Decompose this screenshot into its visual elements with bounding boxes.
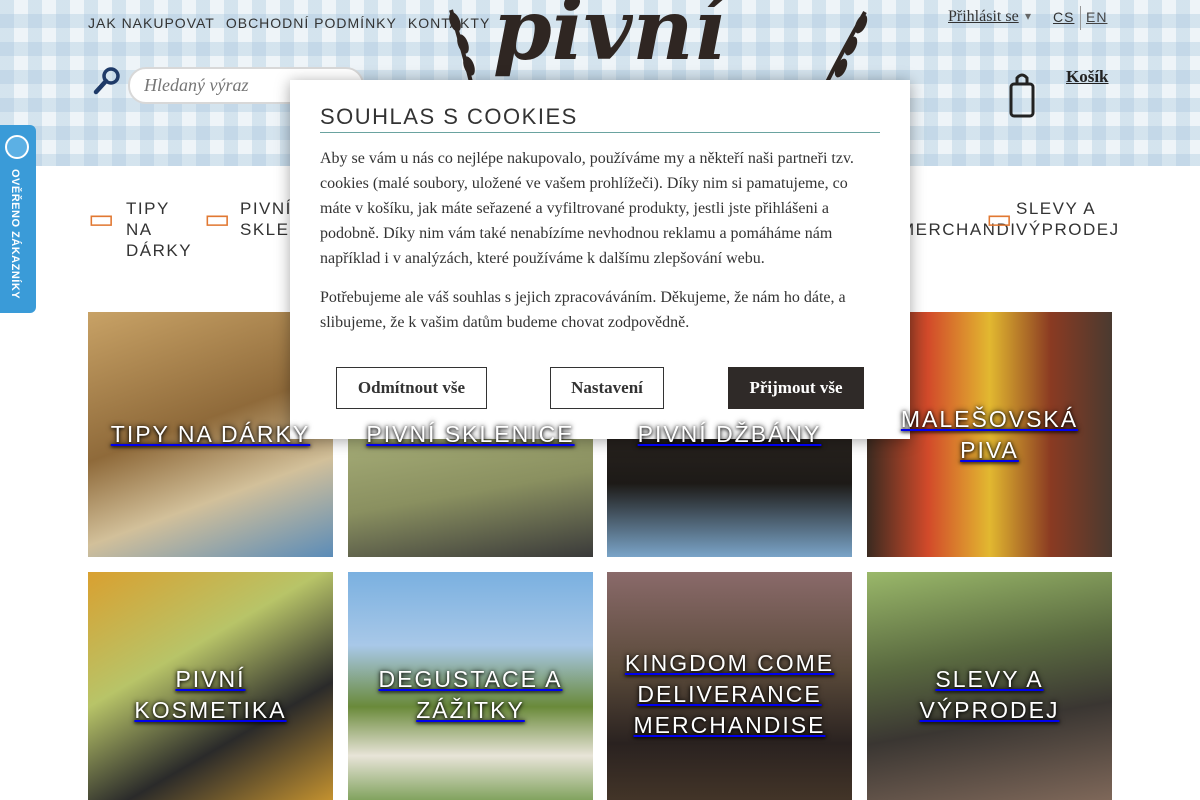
logo-text: pivní (493, 0, 726, 79)
glass-icon: ▭ (204, 203, 231, 234)
tile-title: KINGDOM COME DELIVERANCE MERCHANDISE (624, 650, 835, 738)
tile-title: DEGUSTACE A ZÁŽITKY (378, 665, 563, 723)
settings-button[interactable]: Nastavení (550, 367, 664, 409)
reject-all-button[interactable]: Odmítnout vše (336, 367, 487, 409)
tile-kingdom-come-merchandise[interactable]: KINGDOM COME DELIVERANCE MERCHANDISE (607, 572, 852, 800)
category-label: TIPY NA DÁRKY (126, 199, 193, 260)
category-label: SLEVY A VÝPRODEJ (1016, 198, 1126, 240)
cart-icon[interactable] (1007, 72, 1037, 120)
tile-title: MALEŠOVSKÁ PIVA (900, 405, 1079, 463)
top-nav: JAK NAKUPOVAT OBCHODNÍ PODMÍNKY KONTAKTY (88, 15, 490, 31)
nav-link-jak-nakupovat[interactable]: JAK NAKUPOVAT (88, 15, 215, 31)
category-label: PIVNÍ SKLE (240, 199, 290, 239)
tile-title: PIVNÍ DŽBÁNY (637, 421, 822, 447)
nav-link-obchodni-podminky[interactable]: OBCHODNÍ PODMÍNKY (226, 15, 397, 31)
tile-slevy-a-vyprodej[interactable]: SLEVY A VÝPRODEJ (867, 572, 1112, 800)
verified-seal-icon (5, 135, 29, 159)
wheat-right-icon (821, 10, 868, 90)
cookie-dialog-consent-text: Potřebujeme ale váš souhlas s jejich zpr… (320, 289, 846, 331)
lang-en[interactable]: EN (1086, 9, 1107, 25)
tile-title: SLEVY A VÝPRODEJ (919, 665, 1060, 723)
lang-divider (1080, 6, 1081, 30)
tag-icon: ▭ (986, 203, 1013, 234)
category-slevy-a-vyprodej[interactable]: ▭ SLEVY A VÝPRODEJ (986, 198, 1126, 240)
cart-link[interactable]: Košík (1066, 67, 1109, 87)
user-icon: ▾ (1025, 9, 1032, 23)
login-link[interactable]: Přihlásit se (948, 8, 1019, 26)
category-tipy-na-darky[interactable]: ▭ TIPY NA DÁRKY (88, 198, 198, 261)
tile-pivni-kosmetika[interactable]: PIVNÍ KOSMETIKA (88, 572, 333, 800)
cookie-consent-dialog: SOUHLAS S COOKIES Aby se vám u nás co ne… (290, 80, 910, 439)
lang-cs[interactable]: CS (1053, 9, 1074, 25)
search-icon[interactable] (92, 66, 122, 96)
cookie-dialog-title: SOUHLAS S COOKIES (320, 104, 880, 133)
cookie-dialog-text: Aby se vám u nás co nejlépe nakupovalo, … (320, 150, 854, 267)
logo[interactable]: pivní (443, 0, 873, 90)
accept-all-button[interactable]: Přijmout vše (728, 367, 864, 409)
tile-title: TIPY NA DÁRKY (110, 421, 311, 447)
tile-degustace-a-zazitky[interactable]: DEGUSTACE A ZÁŽITKY (348, 572, 593, 800)
category-pivni-sklenice[interactable]: ▭ PIVNÍ SKLE (204, 198, 294, 240)
tile-title: PIVNÍ SKLENICE (366, 421, 575, 447)
gift-icon: ▭ (88, 203, 115, 234)
tile-title: PIVNÍ KOSMETIKA (134, 665, 287, 723)
